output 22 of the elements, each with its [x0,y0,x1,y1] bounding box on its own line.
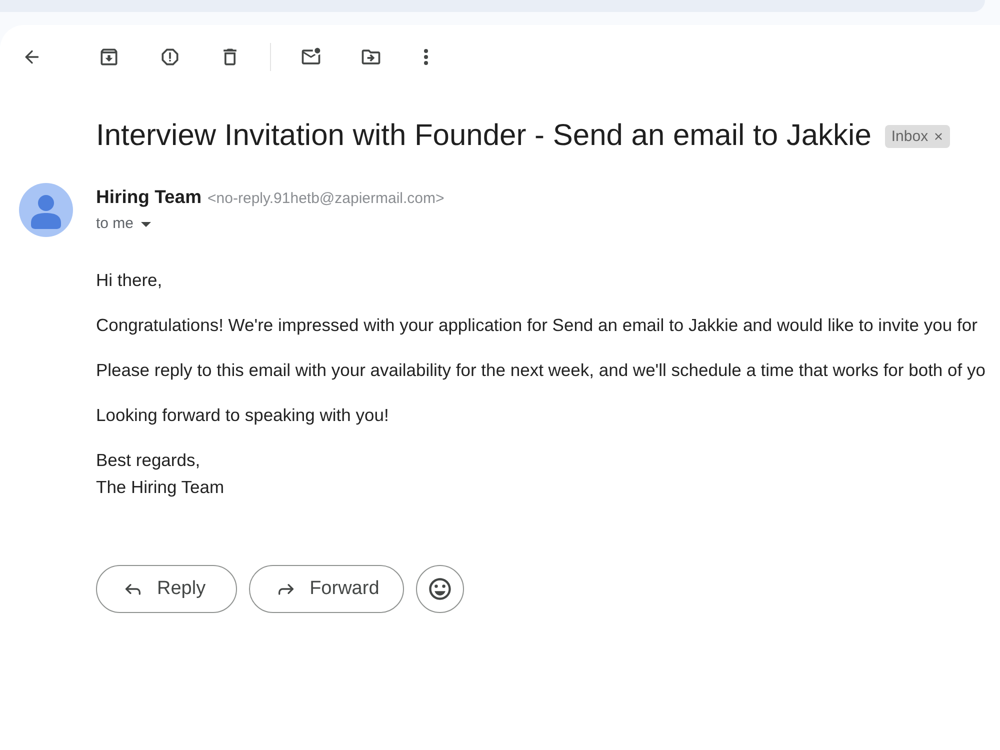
remove-label-button[interactable] [933,130,944,142]
body-text: The Hiring Team [96,476,224,499]
sender-name: Hiring Team [96,185,202,209]
body-text: Best regards, [96,449,200,472]
sender-email: <no-reply.91hetb@zapiermail.com> [208,189,444,209]
label-text: Inbox [891,126,928,146]
forward-button[interactable]: Forward [248,565,404,613]
archive-icon [98,46,120,68]
recipient-details-button[interactable]: to me [96,214,151,234]
more-vertical-icon [424,49,428,65]
reply-button[interactable]: Reply [96,565,237,613]
email-subject: Interview Invitation with Founder - Send an email to Jakkie [96,118,872,154]
smiley-icon [427,576,454,602]
close-icon [933,130,944,142]
body-text: Congratulations! We're impressed with your application for Send an email to Jakkie and would like to invite you for [96,314,978,337]
person-avatar-icon [19,183,73,237]
caret-down-icon [140,222,151,226]
body-text: Looking forward to speaking with you! [96,404,389,427]
report-spam-icon [159,46,181,68]
emoji-reaction-button[interactable] [416,565,464,613]
body-text: Please reply to this email with your availability for the next week, and we'll schedule a time that works for both of yo [96,359,986,382]
body-text: Hi there, [96,269,162,292]
